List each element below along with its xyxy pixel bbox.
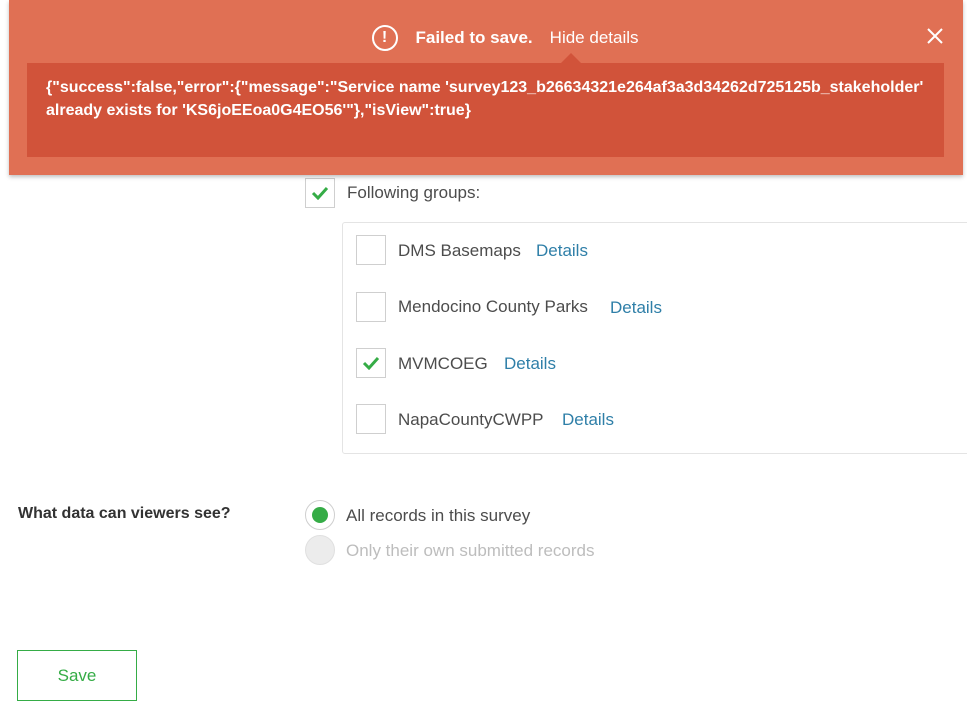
banner-title: Failed to save. — [415, 28, 533, 47]
error-details: {"success":false,"error":{"message":"Ser… — [27, 63, 944, 157]
radio-label-all-records: All records in this survey — [346, 506, 531, 525]
banner-header: ! Failed to save. Hide details — [9, 20, 963, 56]
group-name: Mendocino County Parks — [398, 297, 588, 316]
following-groups-label: Following groups: — [347, 183, 481, 202]
exclamation-circle-icon: ! — [371, 25, 398, 51]
checkmark-icon — [362, 356, 380, 370]
group-checkbox-mvmcoeg[interactable] — [356, 348, 386, 378]
radio-label-own-records: Only their own submitted records — [346, 541, 595, 560]
group-checkbox-napacountycwpp[interactable] — [356, 404, 386, 434]
viewers-question: What data can viewers see? — [18, 505, 231, 522]
group-name: DMS Basemaps — [398, 241, 521, 260]
hide-details-link[interactable]: Hide details — [550, 28, 639, 48]
group-details-link[interactable]: Details — [562, 410, 614, 430]
radio-own-records — [305, 535, 335, 565]
group-name: NapaCountyCWPP — [398, 410, 544, 429]
save-button[interactable]: Save — [17, 650, 137, 701]
radio-all-records[interactable] — [305, 500, 335, 530]
group-details-link[interactable]: Details — [610, 298, 662, 318]
close-icon — [927, 28, 943, 44]
group-checkbox-dms-basemaps[interactable] — [356, 235, 386, 265]
radio-selected-dot — [312, 507, 328, 523]
group-checkbox-mendocino-county-parks[interactable] — [356, 292, 386, 322]
group-details-link[interactable]: Details — [536, 241, 588, 261]
close-banner-button[interactable] — [923, 24, 947, 48]
checkmark-icon — [311, 186, 329, 200]
group-details-link[interactable]: Details — [504, 354, 556, 374]
survey-settings-page: ! Failed to save. Hide details {"success… — [0, 0, 967, 710]
following-groups-checkbox[interactable] — [305, 178, 335, 208]
group-name: MVMCOEG — [398, 354, 488, 373]
error-banner: ! Failed to save. Hide details {"success… — [9, 0, 963, 175]
